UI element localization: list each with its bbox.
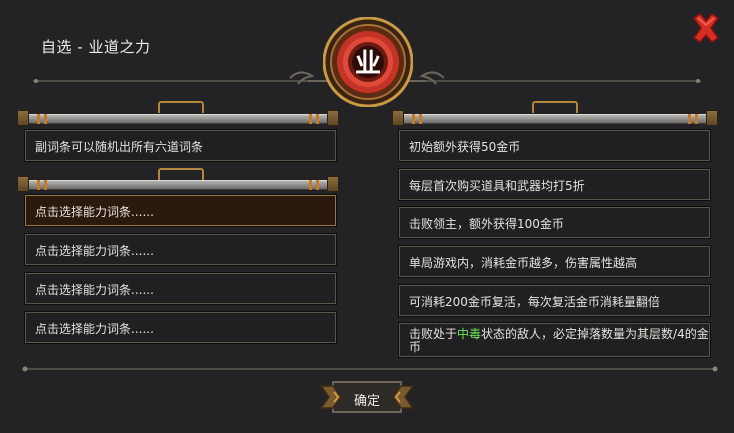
ability-slot-3[interactable]: 点击选择能力词条...... xyxy=(24,272,337,305)
effect-text: 击败处于中毒状态的敌人，必定掉落数量为其层数/4的金币 xyxy=(409,328,709,354)
effect-text-prefix: 击败处于 xyxy=(409,327,458,341)
scroll-hanger xyxy=(532,101,578,113)
slot-label: 点击选择能力词条...... xyxy=(35,283,154,297)
effect-text: 单局游戏内，消耗金币越多，伤害属性越高 xyxy=(409,256,638,270)
effect-text: 初始额外获得50金币 xyxy=(409,140,521,154)
info-box: 副词条可以随机出所有六道词条 xyxy=(24,129,337,162)
slot-label: 点击选择能力词条...... xyxy=(35,244,154,258)
confirm-label: 确定 xyxy=(353,394,380,409)
ability-slot-4[interactable]: 点击选择能力词条...... xyxy=(24,311,337,344)
footer-divider xyxy=(22,366,718,372)
info-text: 副词条可以随机出所有六道词条 xyxy=(35,140,204,154)
slot-label: 点击选择能力词条...... xyxy=(35,322,154,336)
effect-item-2: 每层首次购买道具和武器均打5折 xyxy=(398,168,711,201)
emblem-glyph: 业 xyxy=(355,49,381,79)
ability-slot-1[interactable]: 点击选择能力词条...... xyxy=(24,194,337,227)
effect-text: 可消耗200金币复活，每次复活金币消耗量翻倍 xyxy=(409,295,660,309)
slot-label: 点击选择能力词条...... xyxy=(35,205,154,219)
ability-slot-2[interactable]: 点击选择能力词条...... xyxy=(24,233,337,266)
confirm-button[interactable]: 确定 xyxy=(319,378,415,416)
scroll-hanger xyxy=(158,168,204,180)
effect-text: 击败领主，额外获得100金币 xyxy=(409,217,564,231)
dialog-title: 自选 - 业道之力 xyxy=(41,38,151,56)
effect-item-3: 击败领主，额外获得100金币 xyxy=(398,206,711,239)
poison-keyword: 中毒 xyxy=(457,327,482,341)
scroll-hanger xyxy=(158,101,204,113)
effect-item-1: 初始额外获得50金币 xyxy=(398,129,711,162)
effect-item-6: 击败处于中毒状态的敌人，必定掉落数量为其层数/4的金币 xyxy=(398,322,711,358)
effect-item-4: 单局游戏内，消耗金币越多，伤害属性越高 xyxy=(398,245,711,278)
effect-text: 每层首次购买道具和武器均打5折 xyxy=(409,179,585,193)
close-icon[interactable] xyxy=(690,12,722,44)
effect-item-5: 可消耗200金币复活，每次复活金币消耗量翻倍 xyxy=(398,284,711,317)
emblem-badge: 业 xyxy=(323,17,413,107)
